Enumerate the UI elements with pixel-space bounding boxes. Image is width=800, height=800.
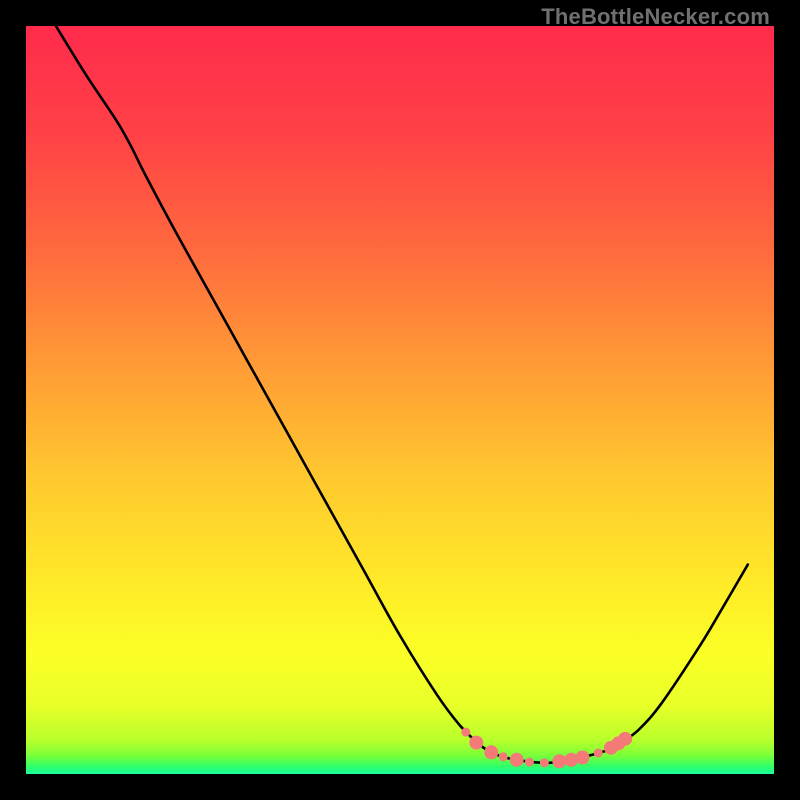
- curve-marker: [484, 745, 498, 759]
- curve-marker: [594, 749, 603, 758]
- curve-marker: [469, 736, 483, 750]
- curve-marker: [576, 751, 590, 765]
- bottleneck-chart: [26, 26, 774, 774]
- curve-marker: [461, 728, 470, 737]
- curve-marker: [510, 753, 524, 767]
- curve-marker: [525, 758, 534, 767]
- curve-marker: [618, 732, 632, 746]
- gradient-background: [26, 26, 774, 774]
- plot-frame: [26, 26, 774, 774]
- curve-marker: [499, 752, 508, 761]
- curve-marker: [540, 758, 549, 767]
- curve-marker: [552, 754, 566, 768]
